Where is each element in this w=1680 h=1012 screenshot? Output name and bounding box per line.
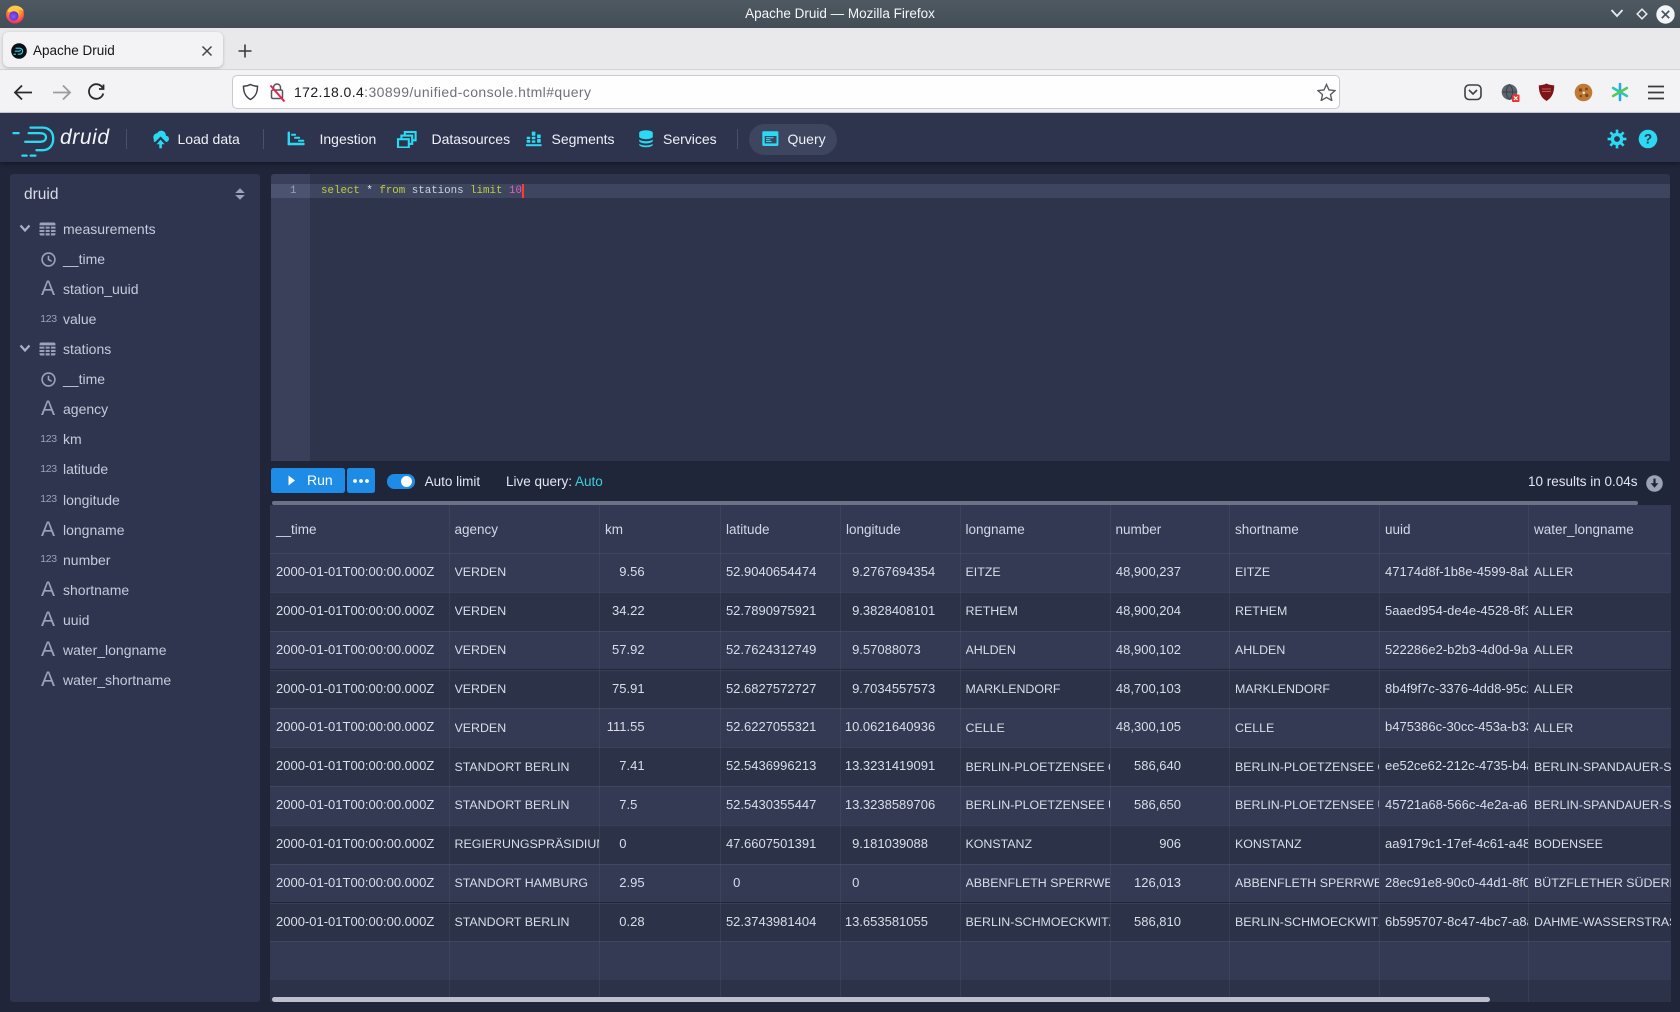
svg-text:?: ? [1644, 132, 1652, 147]
